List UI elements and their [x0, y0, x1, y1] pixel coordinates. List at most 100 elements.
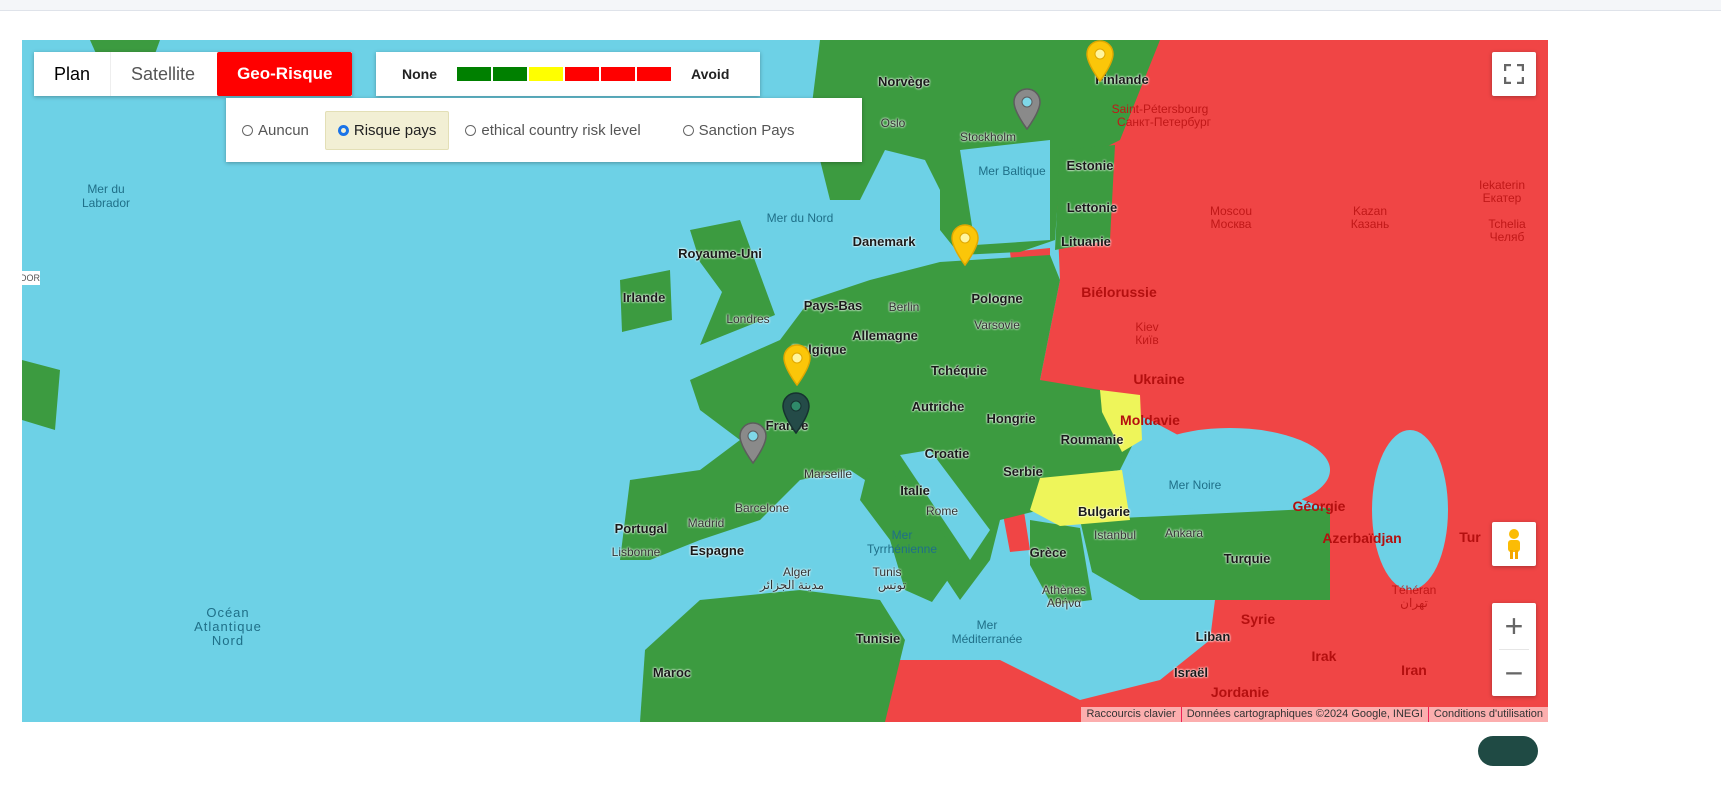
label-tcheque: Tchéquie	[930, 363, 988, 378]
label-moscou: Moscou	[1209, 204, 1253, 218]
radio-label: Risque pays	[353, 121, 437, 139]
radio-icon-checked[interactable]	[337, 124, 349, 136]
label-tunis-ar: تونس	[877, 578, 907, 592]
label-maroc: Maroc	[652, 665, 692, 680]
label-royaume-uni: Royaume-Uni	[678, 246, 762, 261]
label-sea-noire: Mer Noire	[1168, 478, 1222, 492]
label-iran: Iran	[1401, 662, 1427, 678]
tab-satellite[interactable]: Satellite	[110, 52, 216, 96]
label-georgie: Géorgie	[1292, 498, 1346, 514]
label-istanbul: Istanbul	[1093, 528, 1137, 542]
label-moldavie: Moldavie	[1120, 412, 1180, 428]
label-turkmen: Tur	[1459, 529, 1481, 545]
label-ekat: Iekaterin	[1478, 178, 1526, 192]
label-alger: Alger	[782, 565, 812, 579]
label-lituanie: Lituanie	[1061, 234, 1111, 249]
label-croatie: Croatie	[924, 446, 970, 461]
label-lettonie: Lettonie	[1066, 200, 1118, 215]
radio-icon[interactable]	[242, 124, 253, 136]
region-newfoundland	[22, 360, 60, 430]
label-syrie: Syrie	[1240, 611, 1276, 627]
label-athenes: Athènes	[1041, 583, 1087, 597]
map-marker-yellow[interactable]	[950, 224, 980, 266]
tab-plan[interactable]: Plan	[34, 52, 111, 96]
map-data-text[interactable]: Données cartographiques ©2024 Google, IN…	[1180, 707, 1428, 722]
label-moscou-ru: Москва	[1210, 217, 1252, 231]
label-pays-bas: Pays-Bas	[803, 298, 863, 313]
region-turkey	[1080, 508, 1330, 600]
map-marker-yellow[interactable]	[1085, 40, 1115, 82]
label-allemagne: Allemagne	[852, 328, 918, 343]
legend-swatch	[529, 67, 563, 81]
label-athenes-gr: Αθήνα	[1046, 596, 1082, 610]
label-israel: Israël	[1174, 665, 1208, 680]
label-liban: Liban	[1195, 629, 1231, 644]
label-tchel-ru: Челяб	[1489, 230, 1525, 244]
label-barcelone: Barcelone	[734, 501, 790, 515]
label-ocean-atlantique: Océan Atlantique Nord	[194, 605, 262, 648]
map-marker-dark[interactable]	[781, 392, 811, 434]
legend-swatch	[565, 67, 599, 81]
radio-ethical-risk[interactable]: ethical country risk level	[453, 112, 652, 149]
legend-swatch	[457, 67, 491, 81]
label-tunisie: Tunisie	[855, 631, 901, 646]
label-teheran-fa: تهران	[1400, 596, 1428, 610]
label-espagne: Espagne	[689, 543, 745, 558]
label-hongrie: Hongrie	[986, 411, 1036, 426]
radio-label: ethical country risk level	[481, 121, 641, 139]
region-uk	[690, 220, 775, 345]
risk-legend: None Avoid	[376, 52, 760, 96]
radio-icon[interactable]	[682, 124, 694, 136]
label-kazan: Kazan	[1352, 204, 1388, 218]
map-marker-gray[interactable]	[738, 422, 768, 464]
map-pin-icon	[1086, 40, 1114, 82]
label-londres: Londres	[726, 312, 770, 326]
label-madrid: Madrid	[687, 516, 725, 530]
map-marker-yellow[interactable]	[782, 344, 812, 386]
zoom-in-button[interactable]: +	[1505, 603, 1524, 649]
zoom-out-button[interactable]: −	[1505, 650, 1524, 696]
label-spb-ru: Санкт-Петербург	[1116, 115, 1212, 129]
map-marker-gray[interactable]	[1012, 88, 1042, 130]
label-sea-baltique: Mer Baltique	[978, 164, 1046, 178]
label-bielorussie: Biélorussie	[1081, 284, 1157, 300]
label-berlin: Berlin	[888, 300, 920, 314]
label-bulgarie: Bulgarie	[1077, 504, 1131, 519]
label-teheran: Téhéran	[1391, 583, 1437, 597]
label-sea-labrador: Mer du Labrador	[81, 182, 131, 210]
label-spb: Saint-Pétersbourg	[1111, 102, 1209, 116]
map-pin-icon	[1013, 88, 1041, 130]
legend-swatch	[493, 67, 527, 81]
label-ankara: Ankara	[1164, 526, 1204, 540]
legend-low-label: None	[402, 66, 437, 82]
radio-label: Sanction Pays	[698, 121, 795, 139]
label-rome: Rome	[925, 504, 959, 518]
radio-icon[interactable]	[465, 124, 477, 136]
radio-label: Auncun	[258, 121, 309, 139]
legend-swatches	[457, 67, 673, 81]
terms-link[interactable]: Conditions d'utilisation	[1427, 707, 1548, 722]
label-norvege: Norvège	[877, 74, 931, 89]
label-estonie: Estonie	[1066, 158, 1114, 173]
fullscreen-button[interactable]	[1492, 52, 1536, 96]
label-ekat-ru: Екатер	[1482, 191, 1522, 205]
label-varsovie: Varsovie	[974, 318, 1020, 332]
label-turquie: Turquie	[1223, 551, 1271, 566]
floating-button[interactable]	[1478, 736, 1538, 766]
radio-auncun[interactable]: Auncun	[230, 112, 321, 149]
radio-sanction-pays[interactable]: Sanction Pays	[671, 112, 807, 149]
label-ukraine: Ukraine	[1133, 371, 1185, 387]
keyboard-shortcuts-link[interactable]: Raccourcis clavier	[1081, 707, 1181, 722]
tab-geo-risque[interactable]: Geo-Risque	[217, 52, 353, 96]
label-marseille: Marseille	[803, 467, 853, 481]
map-pin-icon	[782, 392, 810, 434]
street-view-button[interactable]	[1492, 522, 1536, 566]
map-pin-icon	[783, 344, 811, 386]
label-sea-nord: Mer du Nord	[766, 211, 834, 225]
label-stockholm: Stockholm	[959, 130, 1017, 144]
map-pin-icon	[739, 422, 767, 464]
region-north-africa	[640, 590, 905, 722]
radio-risque-pays[interactable]: Risque pays	[324, 110, 450, 150]
label-jordanie: Jordanie	[1210, 684, 1270, 700]
label-tunis: Tunis	[872, 565, 902, 579]
